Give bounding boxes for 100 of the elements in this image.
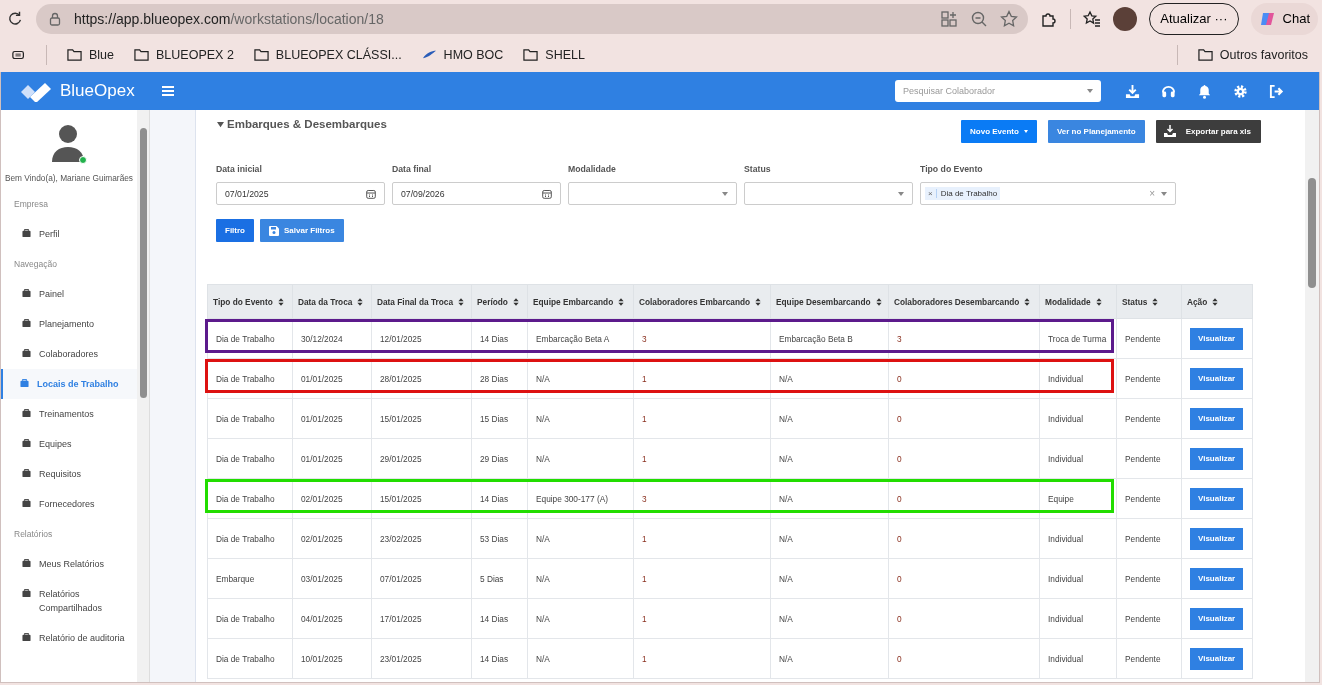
bookmark-link[interactable]: BLUEOPEX 2 bbox=[134, 47, 234, 62]
table-cell: N/A bbox=[770, 558, 889, 599]
logout-icon[interactable] bbox=[1269, 83, 1284, 99]
nav-item[interactable]: Meus Relatórios bbox=[1, 549, 137, 579]
view-button[interactable]: Visualizar bbox=[1190, 567, 1244, 590]
sort-icon bbox=[277, 297, 284, 306]
table-cell: 1 bbox=[633, 438, 771, 479]
nav-item[interactable]: Locais de Trabalho bbox=[1, 369, 137, 399]
bookmark-link[interactable]: HMO BOC bbox=[421, 47, 504, 62]
column-header[interactable]: Colaboradores Desembarcando bbox=[888, 284, 1040, 319]
panel-title[interactable]: Embarques & Desembarques bbox=[216, 118, 387, 130]
column-header[interactable]: Modalidade bbox=[1039, 284, 1117, 319]
section-title: Relatórios bbox=[13, 528, 54, 541]
save-filters-button[interactable]: Salvar Filtros bbox=[260, 219, 344, 242]
table-cell: 0 bbox=[888, 558, 1040, 599]
zoom-out-icon[interactable] bbox=[970, 9, 989, 28]
column-header[interactable]: Equipe Embarcando bbox=[527, 284, 634, 319]
table-cell: Individual bbox=[1039, 598, 1117, 639]
settings-icon[interactable] bbox=[1233, 83, 1248, 99]
view-button[interactable]: Visualizar bbox=[1190, 527, 1244, 550]
column-header[interactable]: Equipe Desembarcando bbox=[770, 284, 889, 319]
nav-item[interactable]: Painel bbox=[1, 279, 137, 309]
table-cell: 15/01/2025 bbox=[371, 398, 472, 439]
table-cell: 53 Dias bbox=[471, 518, 528, 559]
table-cell: 1 bbox=[633, 638, 771, 679]
view-button[interactable]: Visualizar bbox=[1190, 407, 1244, 430]
view-button[interactable]: Visualizar bbox=[1190, 327, 1244, 350]
favorites-icon[interactable] bbox=[1083, 9, 1102, 28]
filter-button[interactable]: Filtro bbox=[216, 219, 254, 242]
nav-item[interactable]: Relatórios Compartilhados bbox=[1, 579, 137, 623]
bookmark-link[interactable]: BLUEOPEX CLÁSSI... bbox=[253, 47, 402, 62]
nav-item[interactable]: Planejamento bbox=[1, 309, 137, 339]
table-cell: Individual bbox=[1039, 438, 1117, 479]
column-header[interactable]: Data Final da Troca bbox=[371, 284, 472, 319]
nav-icon bbox=[22, 349, 31, 358]
scrollbar[interactable] bbox=[1305, 110, 1319, 682]
sort-icon bbox=[1024, 297, 1031, 306]
view-button[interactable]: Visualizar bbox=[1190, 367, 1244, 390]
field-label: Modalidade bbox=[568, 164, 617, 174]
section-title: Empresa bbox=[13, 198, 49, 211]
star-icon[interactable] bbox=[1000, 9, 1019, 28]
new-event-button[interactable]: Novo Evento bbox=[961, 119, 1037, 143]
brand-name: BlueOpex bbox=[60, 81, 135, 101]
headset-icon[interactable] bbox=[1161, 83, 1176, 99]
nav-item[interactable]: Equipes bbox=[1, 429, 137, 459]
bookmark-link[interactable]: Blue bbox=[67, 47, 115, 62]
view-button[interactable]: Visualizar bbox=[1190, 447, 1244, 470]
sort-icon bbox=[618, 297, 625, 306]
table-cell: 03/01/2025 bbox=[292, 558, 372, 599]
nav-item[interactable]: Requisitos bbox=[1, 459, 137, 489]
nav-item[interactable]: Fornecedores bbox=[1, 489, 137, 519]
export-button[interactable]: Exportar para xls bbox=[1155, 119, 1261, 143]
column-header[interactable]: Data da Troca bbox=[292, 284, 372, 319]
table-cell: Pendente bbox=[1116, 358, 1182, 399]
remove-tag-button[interactable]: × bbox=[928, 189, 937, 198]
view-button[interactable]: Visualizar bbox=[1190, 647, 1244, 670]
reload-icon[interactable] bbox=[6, 9, 24, 28]
table-cell: N/A bbox=[527, 438, 634, 479]
view-button[interactable]: Visualizar bbox=[1190, 607, 1244, 630]
nav-item[interactable]: Relatório de auditoria bbox=[1, 623, 137, 653]
table-cell: Pendente bbox=[1116, 598, 1182, 639]
date-field[interactable]: 07/01/2025 bbox=[216, 182, 385, 205]
select-field[interactable] bbox=[568, 182, 737, 205]
table-cell: N/A bbox=[770, 518, 889, 559]
bookmark-link[interactable]: SHELL bbox=[523, 47, 585, 62]
bell-icon[interactable] bbox=[1197, 83, 1212, 99]
table-cell: N/A bbox=[527, 638, 634, 679]
table-cell: Dia de Trabalho bbox=[207, 398, 293, 439]
planning-button[interactable]: Ver no Planejamento bbox=[1047, 119, 1145, 143]
table-cell: 29 Dias bbox=[471, 438, 528, 479]
table-cell: Individual bbox=[1039, 518, 1117, 559]
column-header[interactable]: Status bbox=[1116, 284, 1182, 319]
column-header[interactable]: Período bbox=[471, 284, 528, 319]
filter-tag: Dia de Trabalho bbox=[940, 189, 998, 198]
table-cell: 01/01/2025 bbox=[292, 438, 372, 479]
profile-avatar[interactable] bbox=[1113, 6, 1138, 31]
chat-button[interactable]: Chat bbox=[1250, 2, 1318, 35]
tag-select-field[interactable]: × Dia de Trabalho × bbox=[920, 182, 1176, 205]
download-icon[interactable] bbox=[1125, 83, 1140, 99]
address-bar[interactable]: https://app.blueopex.com/workstations/location/18 bbox=[36, 3, 1029, 34]
sort-icon bbox=[875, 297, 882, 306]
nav-item[interactable]: Treinamentos bbox=[1, 399, 137, 429]
bookmark-link[interactable]: Outros favoritos bbox=[1197, 47, 1308, 62]
url-text: https://app.blueopex.com/workstations/location/18 bbox=[74, 10, 384, 27]
column-header[interactable]: Ação bbox=[1181, 284, 1253, 319]
calendar-icon bbox=[542, 188, 552, 199]
column-header[interactable]: Colaboradores Embarcando bbox=[633, 284, 771, 319]
table-cell: Pendente bbox=[1116, 518, 1182, 559]
nav-item[interactable]: Perfil bbox=[1, 219, 137, 249]
select-field[interactable] bbox=[744, 182, 913, 205]
table-cell: 10/01/2025 bbox=[292, 638, 372, 679]
sort-icon bbox=[1152, 297, 1159, 306]
view-button[interactable]: Visualizar bbox=[1190, 487, 1244, 510]
lock-icon bbox=[48, 11, 62, 26]
nav-item[interactable]: Colaboradores bbox=[1, 339, 137, 369]
app-add-icon[interactable] bbox=[940, 9, 959, 28]
scrollbar[interactable] bbox=[137, 110, 149, 682]
menu-icon[interactable] bbox=[160, 84, 175, 98]
date-field[interactable]: 07/09/2026 bbox=[392, 182, 561, 205]
column-header[interactable]: Tipo do Evento bbox=[207, 284, 293, 319]
